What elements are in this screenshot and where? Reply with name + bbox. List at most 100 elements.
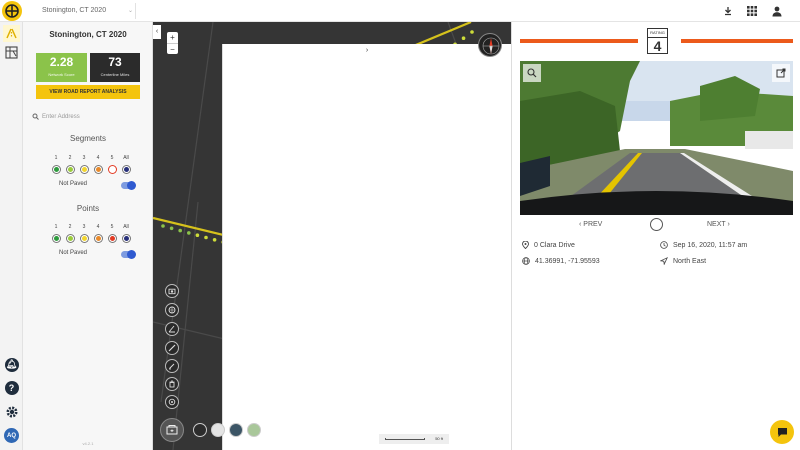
satellite-basemap[interactable] xyxy=(229,423,243,437)
segment-level-all-toggle[interactable] xyxy=(119,166,133,173)
streets-basemap[interactable] xyxy=(211,423,225,437)
segments-filter-dots xyxy=(49,166,133,173)
rating-badge: RATING 4 xyxy=(647,28,668,54)
level-label: 3 xyxy=(82,224,86,230)
target-icon[interactable] xyxy=(165,395,179,409)
points-title: Points xyxy=(76,204,100,213)
user-icon[interactable] xyxy=(770,4,784,18)
clock-icon xyxy=(660,241,668,249)
point-level-3-toggle[interactable] xyxy=(77,235,91,242)
level-label: 1 xyxy=(54,155,58,161)
left-rail: 🔔︎ ? AQ xyxy=(0,22,23,450)
prev-photo-button[interactable]: ‹ PREV xyxy=(579,221,602,228)
level-label: All xyxy=(123,155,129,161)
photo-navigation: ‹ PREV NEXT › xyxy=(537,215,774,235)
rating-point[interactable] xyxy=(461,36,466,41)
top-bar: Stonington, CT 2020 ⌄ xyxy=(0,0,800,22)
heading-info: North East xyxy=(660,257,706,265)
compass-icon[interactable] xyxy=(478,33,502,57)
level-label: 2 xyxy=(68,224,72,230)
download-icon[interactable] xyxy=(721,4,735,18)
segments-not-paved-toggle[interactable] xyxy=(121,181,136,190)
point-level-4-toggle[interactable] xyxy=(91,235,105,242)
address-search-input[interactable]: Enter Address xyxy=(31,111,145,123)
rating-point[interactable] xyxy=(187,231,191,235)
road-photo[interactable] xyxy=(520,61,793,215)
datetime-value: Sep 16, 2020, 11:57 am xyxy=(673,241,748,249)
point-level-2-toggle[interactable] xyxy=(63,235,77,242)
collapse-left-button[interactable]: ‹ xyxy=(153,25,161,39)
next-photo-button[interactable]: NEXT › xyxy=(707,221,730,228)
coordinates-info: 41.36991, -71.95593 xyxy=(522,257,600,265)
rating-bar-left xyxy=(520,39,638,43)
network-score-label: Network Score xyxy=(48,72,75,77)
navigation-arrow-icon xyxy=(660,257,668,265)
project-select-value: Stonington, CT 2020 xyxy=(42,7,107,14)
points-filter-dots xyxy=(49,235,133,242)
segment-level-5-toggle[interactable] xyxy=(105,166,119,173)
map-scale: 50 ft xyxy=(379,434,449,444)
rating-point[interactable] xyxy=(204,235,208,240)
bell-icon: 🔔︎ xyxy=(4,357,19,372)
avatar-initials: AQ xyxy=(4,428,19,443)
segment-level-2-toggle[interactable] xyxy=(63,166,77,173)
ruler-icon[interactable] xyxy=(165,341,179,355)
collapse-right-button[interactable]: › xyxy=(222,44,511,450)
rating-point[interactable] xyxy=(195,233,200,237)
segments-levels: 1 2 3 4 5 All xyxy=(49,155,133,161)
zoom-photo-icon[interactable] xyxy=(523,64,541,82)
level-label: 5 xyxy=(110,224,114,230)
view-road-report-button[interactable]: VIEW ROAD REPORT ANALYSIS xyxy=(36,85,140,99)
datetime-info: Sep 16, 2020, 11:57 am xyxy=(660,241,747,249)
road-rating-icon[interactable] xyxy=(3,25,20,42)
aperture-icon[interactable] xyxy=(165,303,179,317)
project-select[interactable]: Stonington, CT 2020 ⌄ xyxy=(36,3,136,19)
camera-icon[interactable] xyxy=(165,284,179,298)
centerline-miles-card: 73 Centerline Miles xyxy=(90,53,140,82)
open-external-icon[interactable] xyxy=(772,64,790,82)
map-view[interactable]: ‹ › + − 50 ft xyxy=(153,22,511,450)
zoom-in-button[interactable]: + xyxy=(167,32,178,43)
rotate-view-icon[interactable] xyxy=(650,218,663,231)
rating-point[interactable] xyxy=(178,228,182,233)
level-label: 2 xyxy=(68,155,72,161)
points-levels: 1 2 3 4 5 All xyxy=(49,224,133,230)
detail-panel: RATING 4 ‹ PREV NEXT › 0 Clara Drive 41.… xyxy=(511,22,800,450)
segment-level-4-toggle[interactable] xyxy=(91,166,105,173)
user-avatar[interactable]: AQ xyxy=(3,427,20,444)
rating-point[interactable] xyxy=(212,238,217,242)
point-level-all-toggle[interactable] xyxy=(119,235,133,242)
address-value: 0 Clara Drive xyxy=(534,241,575,249)
segment-level-3-toggle[interactable] xyxy=(77,166,91,173)
edit-icon[interactable] xyxy=(165,359,179,373)
chevron-down-icon: ⌄ xyxy=(127,8,133,14)
terrain-basemap[interactable] xyxy=(247,423,261,437)
app-logo[interactable] xyxy=(2,1,22,21)
help-icon[interactable]: ? xyxy=(3,379,20,396)
coordinates-value: 41.36991, -71.95593 xyxy=(535,257,600,265)
rating-point[interactable] xyxy=(169,226,174,231)
point-level-1-toggle[interactable] xyxy=(49,235,63,242)
dark-basemap[interactable] xyxy=(193,423,207,437)
points-not-paved-toggle[interactable] xyxy=(121,250,136,259)
level-label: 4 xyxy=(96,224,100,230)
segments-not-paved-label: Not Paved xyxy=(59,181,88,187)
angle-icon[interactable] xyxy=(165,322,179,336)
chat-button[interactable] xyxy=(770,420,794,444)
settings-icon[interactable] xyxy=(3,403,20,420)
rating-label: RATING xyxy=(648,29,667,38)
points-not-paved-label: Not Paved xyxy=(59,250,88,256)
notifications-icon[interactable]: 🔔︎ xyxy=(3,356,20,373)
rating-point[interactable] xyxy=(470,30,474,34)
layers-button[interactable] xyxy=(160,418,184,442)
point-level-5-toggle[interactable] xyxy=(105,235,119,242)
grid-icon[interactable] xyxy=(745,4,759,18)
centerline-miles-label: Centerline Miles xyxy=(100,72,130,77)
map-grid-icon[interactable] xyxy=(3,44,20,61)
segment-level-1-toggle[interactable] xyxy=(49,166,63,173)
app-version: v4.2.1 xyxy=(82,441,94,446)
trash-icon[interactable] xyxy=(165,377,179,391)
rating-point[interactable] xyxy=(161,224,165,228)
city-title: Stonington, CT 2020 xyxy=(49,30,127,39)
zoom-out-button[interactable]: − xyxy=(167,43,178,54)
